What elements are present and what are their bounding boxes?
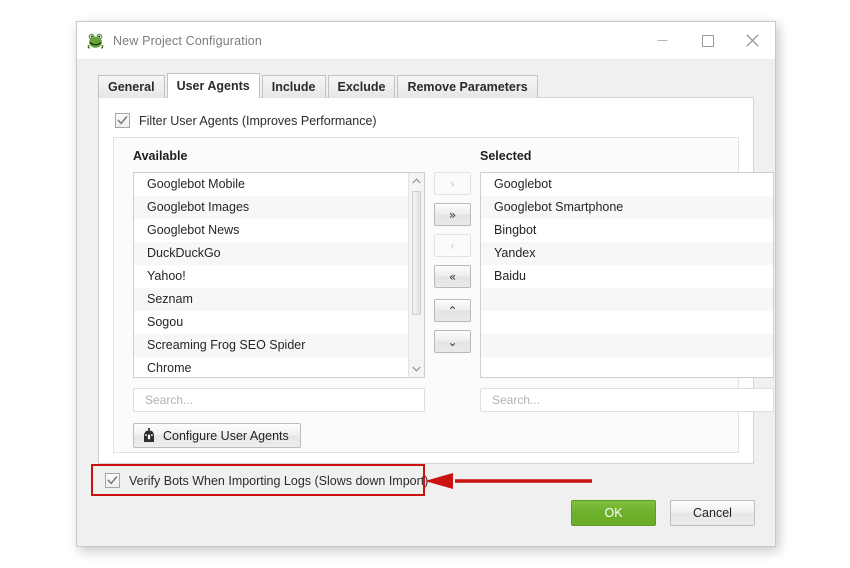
verify-bots-row[interactable]: Verify Bots When Importing Logs (Slows d… — [94, 466, 438, 495]
selected-list-title: Selected — [480, 149, 532, 163]
bot-icon — [144, 428, 154, 442]
tab-user-agents[interactable]: User Agents — [166, 73, 260, 98]
list-item[interactable]: Googlebot — [481, 173, 773, 196]
scroll-down-button[interactable] — [409, 361, 424, 377]
list-item[interactable]: Googlebot Images — [134, 196, 408, 219]
tab-include[interactable]: Include — [261, 75, 326, 98]
annotation-arrow-icon — [425, 473, 592, 489]
list-item-empty — [481, 334, 773, 357]
chevron-up-icon — [412, 178, 421, 184]
move-down-button[interactable]: ⌄ — [434, 330, 471, 353]
configure-user-agents-label: Configure User Agents — [163, 428, 289, 443]
selected-search-placeholder: Search... — [492, 393, 541, 407]
frog-icon — [87, 33, 104, 49]
list-item[interactable]: Googlebot Mobile — [134, 173, 408, 196]
available-list-scrollbar[interactable] — [408, 173, 424, 377]
available-search-input[interactable]: Search... — [133, 388, 425, 412]
window-title: New Project Configuration — [113, 33, 262, 48]
transfer-button-group: › » ‹ « ⌃ ⌄ — [434, 172, 472, 361]
list-item[interactable]: Bingbot — [481, 219, 773, 242]
filter-user-agents-label: Filter User Agents (Improves Performance… — [139, 113, 377, 128]
selected-list[interactable]: Googlebot Googlebot Smartphone Bingbot Y… — [480, 172, 774, 378]
selected-list-rows: Googlebot Googlebot Smartphone Bingbot Y… — [481, 173, 773, 377]
list-item[interactable]: Seznam — [134, 288, 408, 311]
user-agents-panel: Filter User Agents (Improves Performance… — [98, 98, 774, 464]
verify-bots-label: Verify Bots When Importing Logs (Slows d… — [129, 473, 429, 488]
list-item-empty — [481, 311, 773, 334]
list-item[interactable]: Googlebot News — [134, 219, 408, 242]
list-item[interactable]: Chrome — [134, 357, 408, 377]
user-agent-lists-panel: Available Selected Googlebot Mobile Goog… — [113, 137, 774, 453]
cancel-button[interactable]: Cancel — [670, 500, 755, 526]
list-item-empty — [481, 288, 773, 311]
list-item[interactable]: Googlebot Smartphone — [481, 196, 773, 219]
list-item[interactable]: Yandex — [481, 242, 773, 265]
maximize-icon — [701, 34, 714, 47]
list-item[interactable]: Screaming Frog SEO Spider — [134, 334, 408, 357]
available-list-title: Available — [133, 149, 188, 163]
verify-bots-checkbox[interactable] — [105, 473, 120, 488]
move-up-button[interactable]: ⌃ — [434, 299, 471, 322]
ok-button[interactable]: OK — [571, 500, 656, 526]
selected-search-input[interactable]: Search... — [480, 388, 774, 412]
project-configuration-dialog: New Project Configuration General User A… — [76, 21, 776, 547]
dialog-footer: OK Cancel — [571, 500, 755, 526]
close-button[interactable] — [730, 22, 775, 59]
move-right-all-button[interactable]: » — [434, 203, 471, 226]
tab-general[interactable]: General — [98, 75, 165, 98]
move-left-single-button[interactable]: ‹ — [434, 234, 471, 257]
title-bar: New Project Configuration — [77, 22, 775, 60]
tab-remove-parameters[interactable]: Remove Parameters — [397, 75, 538, 98]
configure-user-agents-button[interactable]: Configure User Agents — [133, 423, 301, 448]
available-search-placeholder: Search... — [145, 393, 194, 407]
tab-strip: General User Agents Include Exclude Remo… — [77, 73, 775, 98]
available-list[interactable]: Googlebot Mobile Googlebot Images Google… — [133, 172, 425, 378]
minimize-button[interactable] — [640, 22, 685, 59]
filter-user-agents-row[interactable]: Filter User Agents (Improves Performance… — [99, 98, 753, 128]
scrollbar-thumb[interactable] — [412, 191, 421, 315]
list-item[interactable]: Baidu — [481, 265, 773, 288]
checkmark-icon — [117, 116, 128, 125]
close-icon — [746, 34, 759, 47]
scroll-up-button[interactable] — [409, 173, 424, 189]
list-item[interactable]: DuckDuckGo — [134, 242, 408, 265]
minimize-icon — [657, 40, 668, 41]
list-item[interactable]: Sogou — [134, 311, 408, 334]
move-right-single-button[interactable]: › — [434, 172, 471, 195]
maximize-button[interactable] — [685, 22, 730, 59]
list-item[interactable]: Yahoo! — [134, 265, 408, 288]
move-left-all-button[interactable]: « — [434, 265, 471, 288]
available-list-rows: Googlebot Mobile Googlebot Images Google… — [134, 173, 408, 377]
filter-user-agents-checkbox[interactable] — [115, 113, 130, 128]
checkmark-icon — [107, 476, 118, 485]
list-item-empty — [481, 357, 773, 377]
tab-exclude[interactable]: Exclude — [327, 75, 396, 98]
window-controls — [640, 22, 775, 59]
chevron-down-icon — [412, 366, 421, 372]
